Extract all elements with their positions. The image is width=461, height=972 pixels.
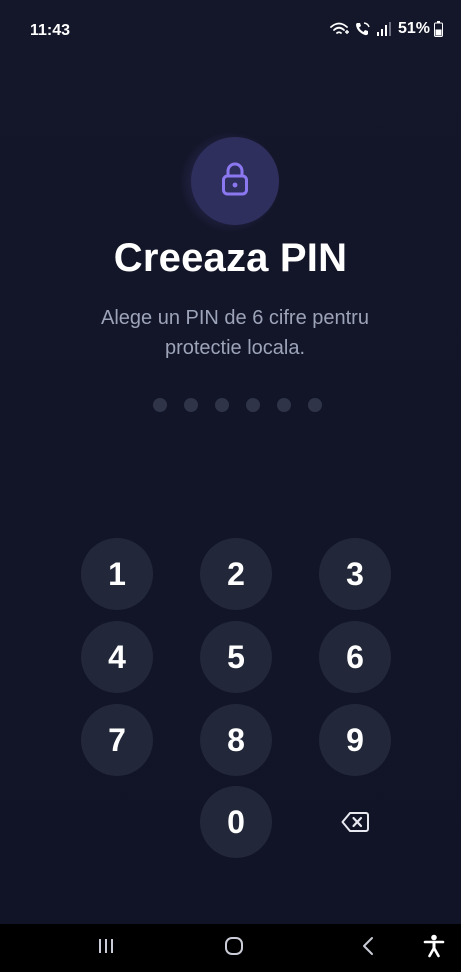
battery-icon — [434, 21, 443, 37]
pin-dot — [215, 398, 229, 412]
wifi-calling-icon — [330, 21, 350, 37]
recents-button[interactable] — [78, 924, 134, 972]
key-2[interactable]: 2 — [200, 538, 272, 610]
pin-indicator — [153, 398, 322, 412]
pin-dot — [153, 398, 167, 412]
cell-signal-icon — [376, 21, 392, 37]
recents-icon — [97, 937, 115, 960]
status-icons: 51% — [330, 20, 443, 38]
battery-percent: 51% — [397, 20, 430, 37]
accessibility-icon — [423, 934, 445, 963]
home-icon — [224, 936, 244, 961]
pin-dot — [277, 398, 291, 412]
accessibility-button[interactable] — [412, 924, 456, 972]
lock-badge — [191, 137, 279, 225]
key-0[interactable]: 0 — [200, 786, 272, 858]
pin-dot — [184, 398, 198, 412]
backspace-icon — [341, 804, 369, 841]
back-button[interactable] — [340, 924, 396, 972]
backspace-button[interactable] — [319, 786, 391, 858]
home-button[interactable] — [206, 924, 262, 972]
status-time: 11:43 — [30, 22, 71, 39]
lock-icon — [219, 161, 251, 202]
key-8[interactable]: 8 — [200, 704, 272, 776]
page-title: Creeaza PIN — [113, 236, 348, 280]
system-nav-bar — [0, 924, 461, 972]
key-1[interactable]: 1 — [81, 538, 153, 610]
key-6[interactable]: 6 — [319, 621, 391, 693]
key-7[interactable]: 7 — [81, 704, 153, 776]
back-icon — [361, 936, 375, 961]
pin-setup-screen: 11:43 51% Creeaza PIN Alege un PIN de 6 … — [0, 0, 461, 972]
key-4[interactable]: 4 — [81, 621, 153, 693]
key-3[interactable]: 3 — [319, 538, 391, 610]
pin-dot — [308, 398, 322, 412]
key-5[interactable]: 5 — [200, 621, 272, 693]
key-9[interactable]: 9 — [319, 704, 391, 776]
status-bar: 11:43 51% — [0, 0, 461, 58]
page-subtitle: Alege un PIN de 6 cifre pentru protectie… — [101, 307, 369, 359]
pin-dot — [246, 398, 260, 412]
call-signal-icon — [354, 21, 372, 37]
